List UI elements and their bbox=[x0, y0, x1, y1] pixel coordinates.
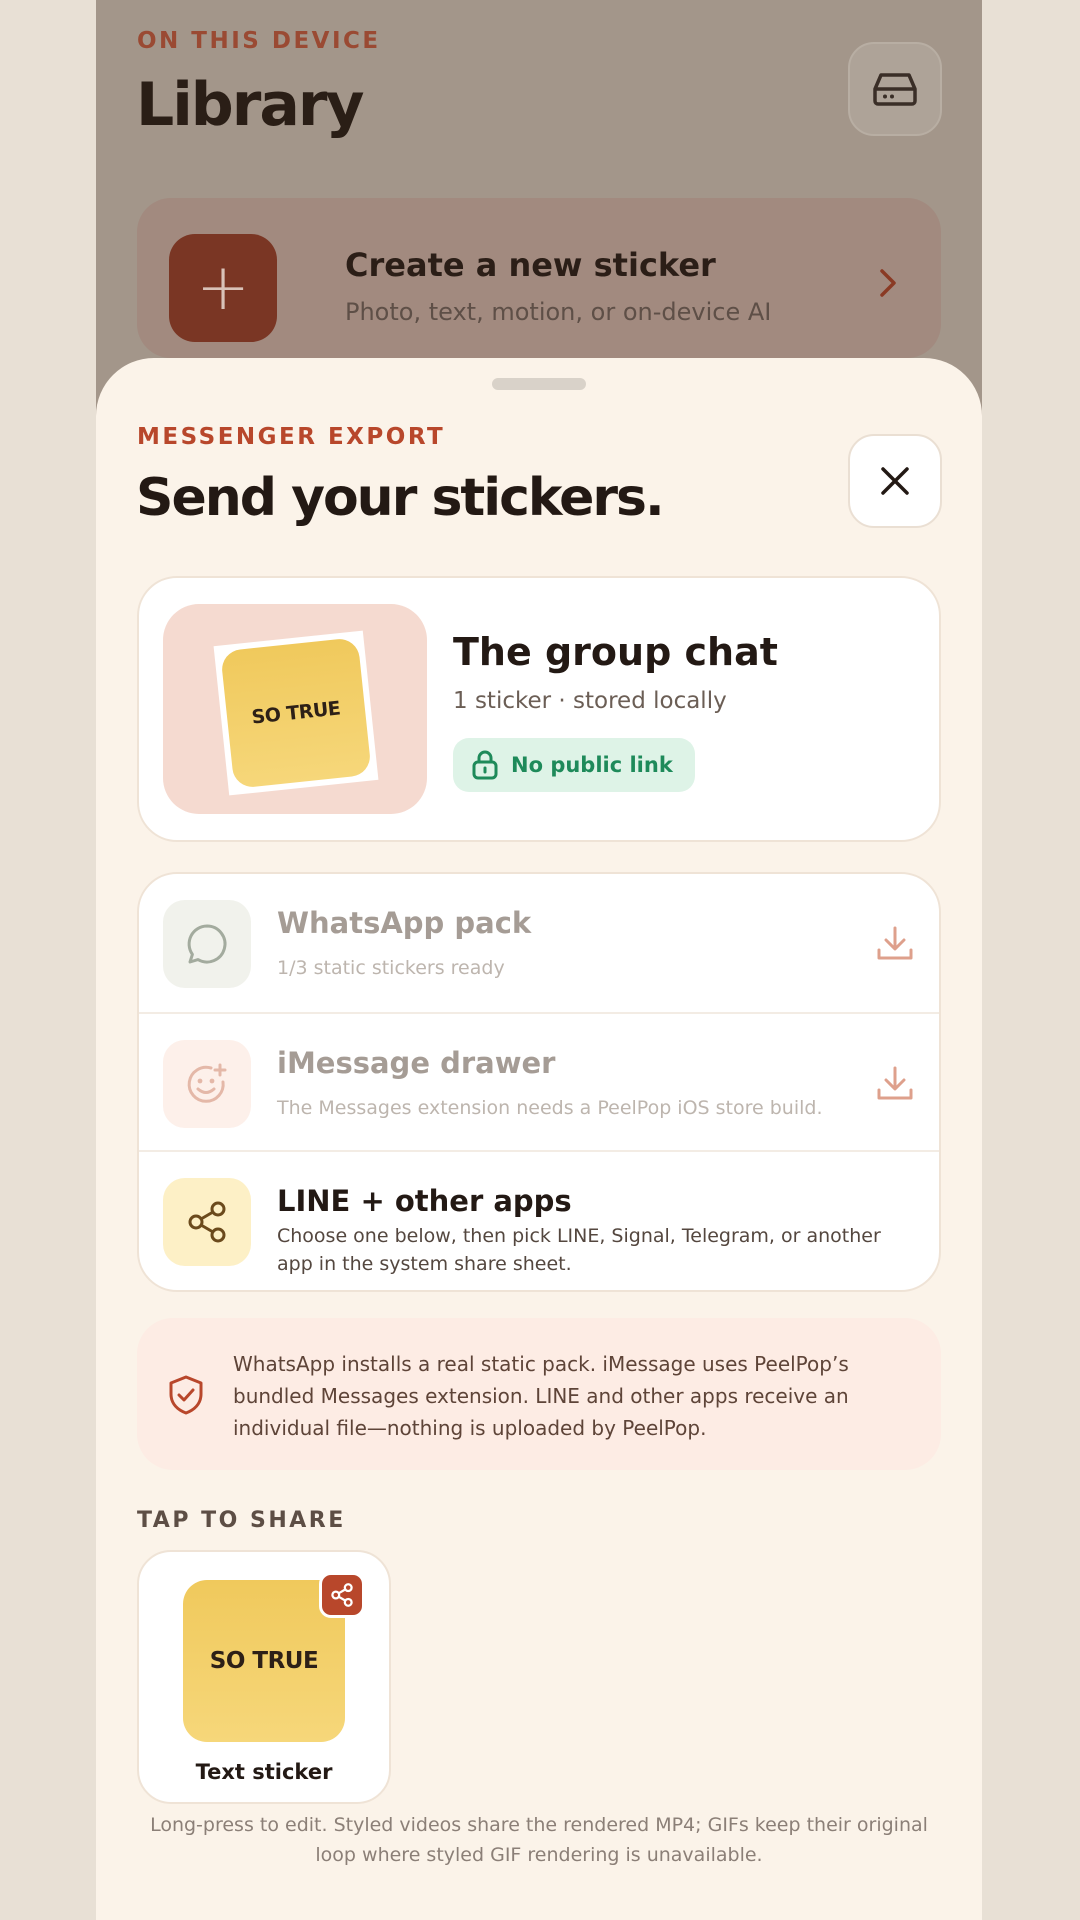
option-title: iMessage drawer bbox=[277, 1046, 556, 1080]
phone-screen: ON THIS DEVICE Library + Create a new st… bbox=[96, 0, 982, 1920]
sticker-tile[interactable]: SO TRUE Text sticker bbox=[137, 1550, 391, 1804]
option-line-other-apps[interactable]: LINE + other apps Choose one below, then… bbox=[139, 1150, 939, 1288]
share-icon bbox=[163, 1178, 251, 1266]
pack-meta: 1 sticker · stored locally bbox=[453, 688, 727, 714]
option-imessage[interactable]: iMessage drawer The Messages extension n… bbox=[139, 1012, 939, 1150]
storage-button[interactable] bbox=[848, 42, 942, 136]
pack-thumbnail-sticker: SO TRUE bbox=[213, 630, 379, 796]
library-eyebrow: ON THIS DEVICE bbox=[137, 28, 381, 54]
create-sticker-card[interactable]: + Create a new sticker Photo, text, moti… bbox=[137, 198, 941, 358]
pack-thumbnail-text: SO TRUE bbox=[220, 637, 372, 789]
sticker-label: Text sticker bbox=[195, 1760, 333, 1784]
pack-name: The group chat bbox=[453, 630, 778, 674]
option-whatsapp[interactable]: WhatsApp pack 1/3 static stickers ready bbox=[139, 874, 939, 1012]
library-title: Library bbox=[136, 70, 365, 140]
download-icon bbox=[877, 1066, 913, 1100]
option-title: WhatsApp pack bbox=[277, 906, 532, 940]
messenger-export-sheet: MESSENGER EXPORT Send your stickers. SO … bbox=[96, 358, 982, 1920]
create-sticker-title: Create a new sticker bbox=[345, 246, 716, 284]
option-subtitle: Choose one below, then pick LINE, Signal… bbox=[277, 1225, 881, 1275]
close-icon bbox=[881, 467, 909, 495]
sheet-grabber[interactable] bbox=[492, 378, 586, 390]
close-button[interactable] bbox=[848, 434, 942, 528]
pack-card: SO TRUE The group chat 1 sticker · store… bbox=[137, 576, 941, 842]
download-icon bbox=[877, 926, 913, 960]
chat-bubble-icon bbox=[163, 900, 251, 988]
privacy-badge-label: No public link bbox=[511, 753, 673, 777]
chevron-right-icon bbox=[880, 269, 896, 297]
privacy-info-box: WhatsApp installs a real static pack. iM… bbox=[137, 1318, 941, 1470]
plus-icon: + bbox=[169, 234, 277, 342]
sheet-title: Send your stickers. bbox=[136, 468, 665, 528]
privacy-badge: No public link bbox=[453, 738, 695, 792]
privacy-info-text: WhatsApp installs a real static pack. iM… bbox=[233, 1352, 849, 1440]
create-sticker-subtitle: Photo, text, motion, or on-device AI bbox=[345, 298, 772, 326]
tap-to-share-label: TAP TO SHARE bbox=[137, 1508, 346, 1533]
smiley-add-icon bbox=[163, 1040, 251, 1128]
pack-thumbnail: SO TRUE bbox=[163, 604, 427, 814]
option-subtitle: The Messages extension needs a PeelPop i… bbox=[277, 1097, 823, 1119]
footnote: Long-press to edit. Styled videos share … bbox=[150, 1814, 928, 1866]
share-badge-icon[interactable] bbox=[319, 1572, 365, 1618]
option-title: LINE + other apps bbox=[277, 1184, 572, 1218]
export-options: WhatsApp pack 1/3 static stickers ready bbox=[137, 872, 941, 1292]
shield-check-icon bbox=[169, 1375, 203, 1415]
sheet-eyebrow: MESSENGER EXPORT bbox=[137, 424, 446, 450]
drive-icon bbox=[873, 73, 917, 106]
option-subtitle: 1/3 static stickers ready bbox=[277, 957, 505, 979]
lock-icon bbox=[472, 750, 498, 780]
